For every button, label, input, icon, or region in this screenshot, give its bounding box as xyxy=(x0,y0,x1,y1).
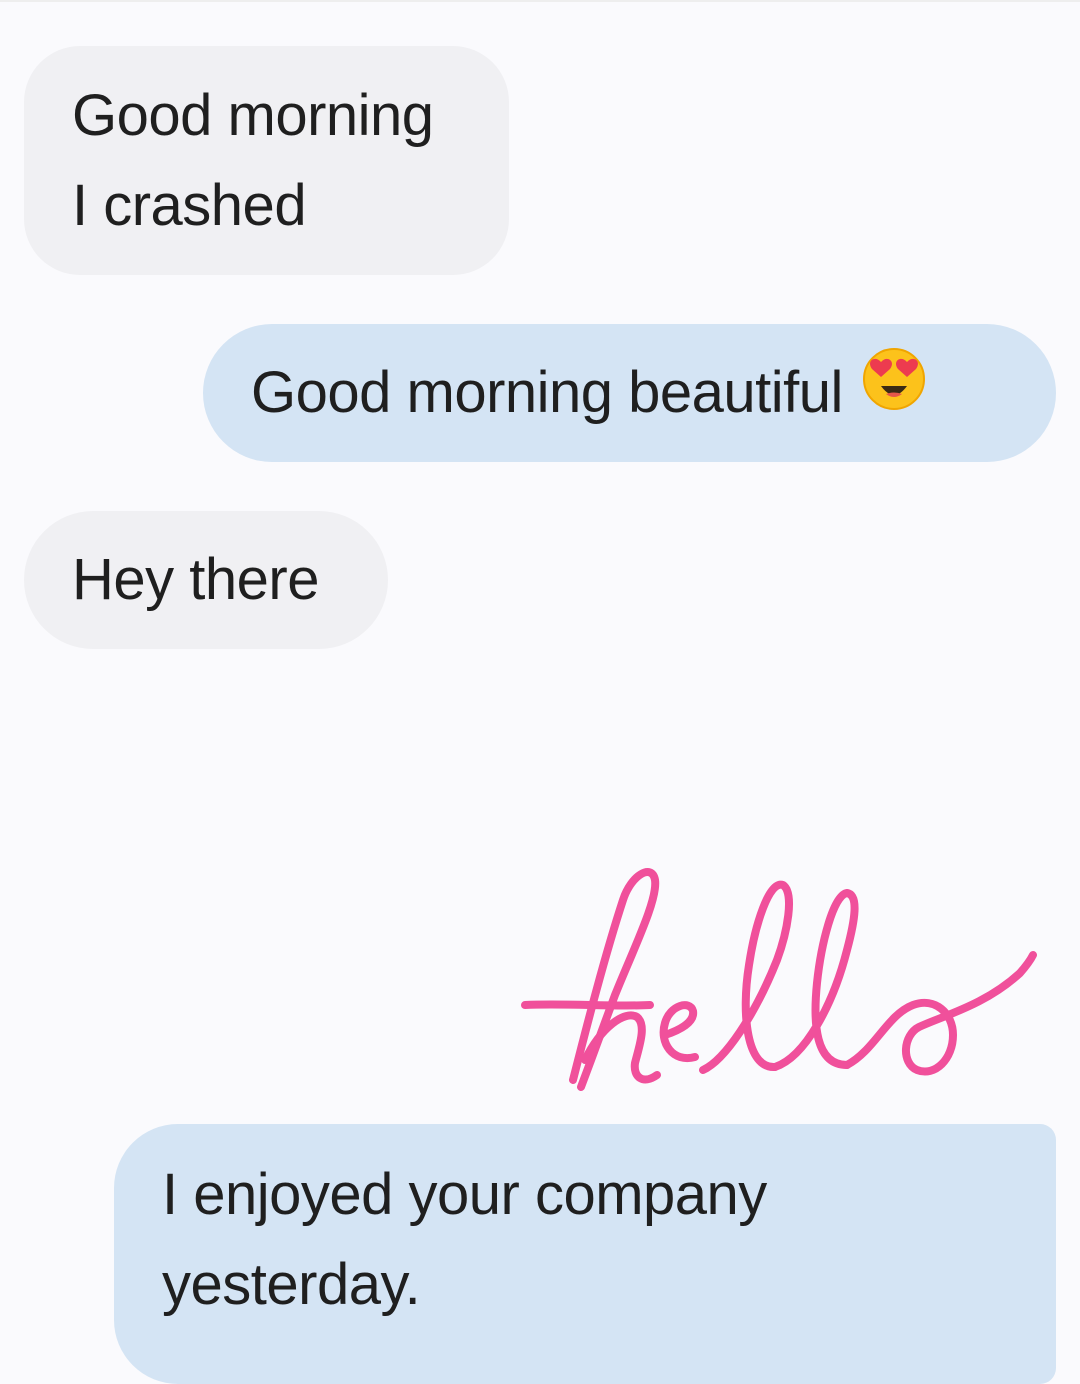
message-text: Good morning xyxy=(72,83,434,148)
message-thread: Good morning I crashed Good morning beau… xyxy=(0,0,1080,1384)
message-text: I enjoyed your company xyxy=(162,1162,767,1227)
handwriting-message-hello[interactable] xyxy=(515,855,1050,1105)
incoming-message-bubble[interactable]: Good morning I crashed xyxy=(24,46,509,275)
heart-eyes-emoji-icon xyxy=(861,346,927,438)
outgoing-message-bubble[interactable]: Good morning beautiful xyxy=(203,324,1056,462)
message-text: yesterday. xyxy=(162,1252,421,1317)
top-divider xyxy=(0,0,1080,2)
incoming-message-bubble[interactable]: Hey there xyxy=(24,511,388,649)
message-text: Good morning beautiful xyxy=(251,360,843,425)
message-text: I crashed xyxy=(72,173,307,238)
message-text: Hey there xyxy=(72,547,319,612)
outgoing-message-bubble[interactable]: I enjoyed your company yesterday. xyxy=(114,1124,1056,1384)
